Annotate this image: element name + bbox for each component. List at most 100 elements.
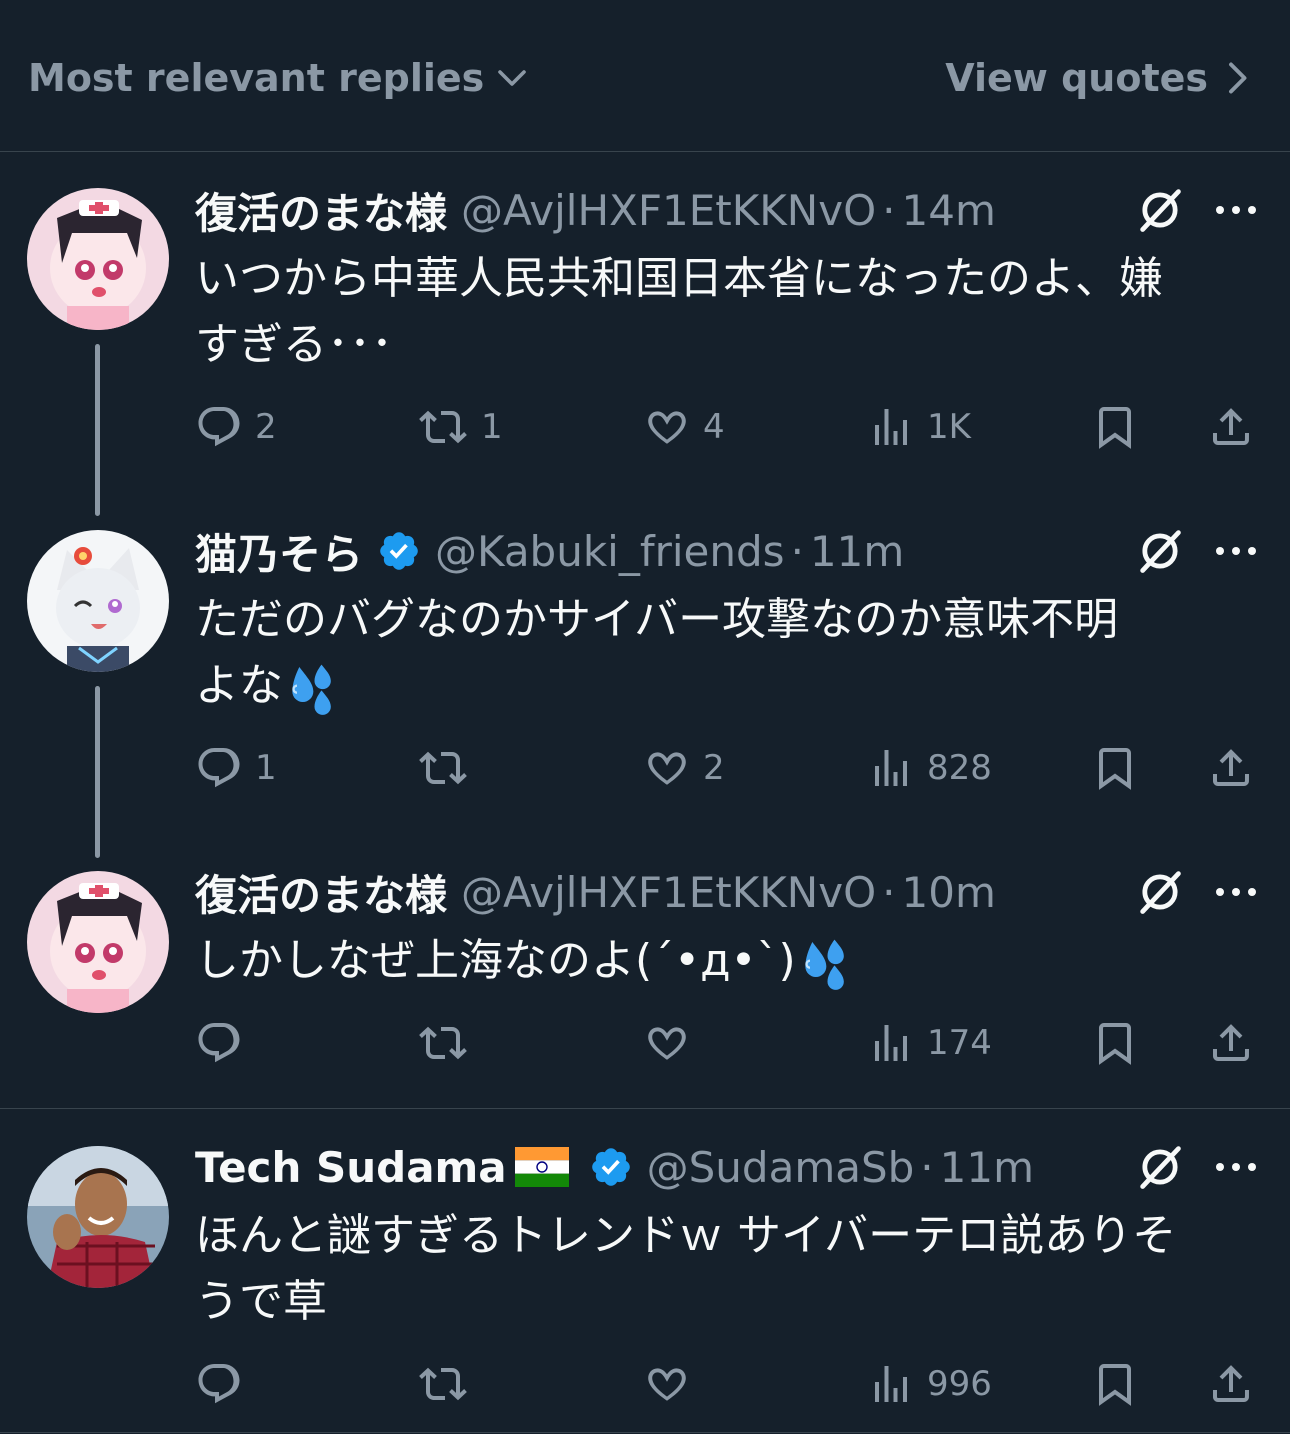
bookmark-button[interactable] — [1091, 1360, 1139, 1408]
separator-dot: · — [882, 185, 896, 235]
timestamp[interactable]: 11m — [940, 1143, 1034, 1192]
repost-icon — [417, 403, 469, 451]
display-name[interactable]: 復活のまな様 — [195, 862, 447, 923]
reply-text-line: ただのバグなのかサイバー攻撃なのか意味不明 — [195, 594, 1119, 645]
repost-button[interactable]: 1 — [417, 403, 503, 451]
more-options-icon[interactable] — [1212, 1157, 1260, 1177]
display-name[interactable]: 猫乃そら — [195, 521, 363, 582]
repost-icon — [417, 1360, 469, 1408]
reply-button[interactable] — [195, 1360, 255, 1408]
timestamp[interactable]: 10m — [902, 868, 996, 917]
like-count: 4 — [703, 407, 725, 447]
view-quotes-label: View quotes — [945, 56, 1208, 100]
avatar[interactable] — [27, 1146, 169, 1288]
view-count: 828 — [927, 748, 992, 788]
heart-icon — [643, 1360, 691, 1408]
thread-line — [95, 344, 100, 516]
reply-icon — [195, 403, 243, 451]
sort-replies-dropdown[interactable]: Most relevant replies — [28, 56, 530, 100]
display-name[interactable]: 復活のまな様 — [195, 180, 447, 241]
reply-text: ほんと謎すぎるトレンドｗ サイバーテロ説ありそ うで草 — [195, 1203, 1270, 1335]
user-handle[interactable]: @AvjlHXF1EtKKNvO — [461, 868, 876, 917]
bookmark-button[interactable] — [1091, 403, 1139, 451]
more-options-icon[interactable] — [1212, 541, 1260, 561]
reply-button[interactable]: 1 — [195, 744, 277, 792]
heart-icon — [643, 744, 691, 792]
grok-icon[interactable] — [1134, 866, 1186, 918]
timestamp[interactable]: 14m — [902, 186, 996, 235]
separator-dot: · — [882, 867, 896, 917]
bottom-divider — [0, 1432, 1290, 1433]
thread-line — [95, 686, 100, 858]
repost-icon — [417, 1019, 469, 1067]
share-button[interactable] — [1207, 403, 1255, 451]
share-icon — [1207, 403, 1255, 451]
views-button[interactable]: 828 — [867, 744, 992, 792]
avatar[interactable] — [27, 188, 169, 330]
avatar-image — [27, 1146, 169, 1288]
reply-icon — [195, 744, 243, 792]
sweat-droplets-icon — [796, 935, 852, 991]
views-button[interactable]: 996 — [867, 1360, 992, 1408]
chevron-right-icon — [1229, 62, 1247, 94]
display-name[interactable]: Tech Sudama — [195, 1143, 507, 1192]
bookmark-button[interactable] — [1091, 744, 1139, 792]
views-button[interactable]: 174 — [867, 1019, 992, 1067]
user-handle[interactable]: @Kabuki_friends — [435, 527, 785, 576]
reply-text-line: よな — [195, 660, 283, 711]
views-button[interactable]: 1K — [867, 403, 971, 451]
like-button[interactable] — [643, 1360, 703, 1408]
reply-text: しかしなぜ上海なのよ(´•д•`) — [195, 928, 1270, 994]
grok-icon[interactable] — [1134, 184, 1186, 236]
like-count: 2 — [703, 748, 725, 788]
reply-header: 復活のまな様 @AvjlHXF1EtKKNvO · 10m — [195, 862, 996, 922]
share-icon — [1207, 1360, 1255, 1408]
reply-button[interactable] — [195, 1019, 255, 1067]
repost-button[interactable] — [417, 1019, 481, 1067]
reply-text-line: ほんと謎すぎるトレンドｗ サイバーテロ説ありそ — [195, 1210, 1177, 1261]
like-button[interactable] — [643, 1019, 703, 1067]
heart-icon — [643, 403, 691, 451]
bookmark-button[interactable] — [1091, 1019, 1139, 1067]
reply-count: 2 — [255, 407, 277, 447]
separator-dot: · — [920, 1142, 934, 1192]
avatar-image — [27, 188, 169, 330]
reply-count: 1 — [255, 748, 277, 788]
like-button[interactable]: 2 — [643, 744, 725, 792]
reply-text: いつから中華人民共和国日本省になったのよ、嫌 すぎる･･･ — [195, 246, 1270, 378]
share-button[interactable] — [1207, 1360, 1255, 1408]
repost-button[interactable] — [417, 744, 481, 792]
timestamp[interactable]: 11m — [810, 527, 904, 576]
avatar[interactable] — [27, 530, 169, 672]
more-options-icon[interactable] — [1212, 882, 1260, 902]
reply-text-line: すぎる･･･ — [195, 319, 393, 370]
view-quotes-link[interactable]: View quotes — [945, 56, 1252, 100]
share-button[interactable] — [1207, 1019, 1255, 1067]
repost-icon — [417, 744, 469, 792]
heart-icon — [643, 1019, 691, 1067]
repost-button[interactable] — [417, 1360, 481, 1408]
user-handle[interactable]: @AvjlHXF1EtKKNvO — [461, 186, 876, 235]
grok-icon[interactable] — [1134, 525, 1186, 577]
action-bar: 2 1 4 1K — [195, 403, 1260, 453]
views-icon — [867, 403, 915, 451]
bookmark-icon — [1091, 744, 1139, 792]
user-handle[interactable]: @SudamaSb — [647, 1143, 915, 1192]
more-options-icon[interactable] — [1212, 200, 1260, 220]
verified-badge-icon — [377, 529, 421, 573]
reply-header: 猫乃そら @Kabuki_friends · 11m — [195, 521, 904, 581]
reply-text-line: うで草 — [195, 1276, 327, 1327]
action-bar: 174 — [195, 1019, 1260, 1069]
share-button[interactable] — [1207, 744, 1255, 792]
grok-icon[interactable] — [1134, 1141, 1186, 1193]
view-count: 1K — [927, 407, 971, 447]
sort-label: Most relevant replies — [28, 56, 485, 100]
sweat-droplets-icon — [283, 660, 339, 716]
thread-divider — [0, 1108, 1290, 1109]
repost-count: 1 — [481, 407, 503, 447]
reply-text-line: しかしなぜ上海なのよ(´•д•`) — [195, 935, 796, 986]
avatar-image — [27, 530, 169, 672]
reply-button[interactable]: 2 — [195, 403, 277, 451]
avatar[interactable] — [27, 871, 169, 1013]
like-button[interactable]: 4 — [643, 403, 725, 451]
